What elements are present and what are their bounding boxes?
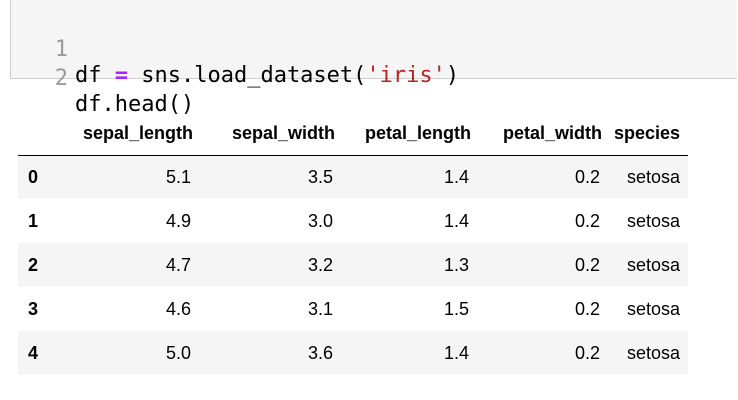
- code-text[interactable]: df = sns.load_dataset('iris'): [75, 63, 459, 89]
- table-row: 1 4.9 3.0 1.4 0.2 setosa: [18, 199, 688, 243]
- column-header-petal-width: petal_width: [479, 113, 610, 156]
- code-token: ): [445, 63, 460, 88]
- table-header: sepal_length sepal_width petal_length pe…: [18, 113, 688, 156]
- table-cell: 3.1: [307, 298, 333, 319]
- row-index: 2: [28, 254, 39, 275]
- code-operator: =: [114, 63, 128, 88]
- column-header-sepal-width: sepal_width: [201, 113, 343, 156]
- table-cell: 3.6: [307, 342, 333, 363]
- table-cell: 1.4: [443, 342, 469, 363]
- table-cell: 1.3: [443, 254, 469, 275]
- table-cell: 3.5: [307, 166, 333, 187]
- table-cell: 5.0: [165, 342, 191, 363]
- table-row: 0 5.1 3.5 1.4 0.2 setosa: [18, 155, 688, 199]
- row-index: 3: [28, 298, 39, 319]
- table-cell: 4.9: [165, 210, 191, 231]
- index-header: [18, 113, 60, 156]
- row-index: 0: [28, 166, 39, 187]
- table-cell: 3.2: [307, 254, 333, 275]
- table-cell: 0.2: [574, 254, 600, 275]
- table-cell: setosa: [626, 254, 680, 275]
- table-cell: setosa: [626, 166, 680, 187]
- code-token: df: [75, 63, 115, 88]
- table-cell: 4.6: [165, 298, 191, 319]
- code-cell[interactable]: 1 df = sns.load_dataset('iris') 2 df.hea…: [10, 0, 737, 117]
- table-row: 2 4.7 3.2 1.3 0.2 setosa: [18, 243, 688, 287]
- table-cell: 0.2: [574, 342, 600, 363]
- table-row: 4 5.0 3.6 1.4 0.2 setosa: [18, 331, 688, 375]
- column-header-species: species: [610, 113, 688, 156]
- column-header-petal-length: petal_length: [343, 113, 479, 156]
- table-body: 0 5.1 3.5 1.4 0.2 setosa 1 4.9 3.0 1.4 0…: [18, 155, 688, 375]
- code-string: 'iris': [366, 63, 446, 88]
- column-header-sepal-length: sepal_length: [60, 113, 201, 156]
- row-index: 4: [28, 342, 39, 363]
- code-token: sns.load_dataset(: [128, 63, 367, 88]
- table-cell: 1.4: [443, 166, 469, 187]
- table-cell: 1.5: [443, 298, 469, 319]
- row-index: 1: [28, 210, 39, 231]
- table-cell: 0.2: [574, 298, 600, 319]
- table-cell: 0.2: [574, 166, 600, 187]
- line-number: 2: [54, 66, 68, 91]
- table-cell: 0.2: [574, 210, 600, 231]
- table-cell: setosa: [626, 210, 680, 231]
- dataframe-table: sepal_length sepal_width petal_length pe…: [18, 113, 688, 375]
- table-cell: setosa: [626, 298, 680, 319]
- table-cell: 3.0: [307, 210, 333, 231]
- table-row: 3 4.6 3.1 1.5 0.2 setosa: [18, 287, 688, 331]
- code-line: 1 df = sns.load_dataset('iris'): [11, 11, 459, 88]
- table-cell: 1.4: [443, 210, 469, 231]
- table-cell: 4.7: [165, 254, 191, 275]
- output-area: sepal_length sepal_width petal_length pe…: [18, 113, 688, 375]
- code-line: 2 df.head(): [11, 40, 194, 117]
- header-row: sepal_length sepal_width petal_length pe…: [18, 113, 688, 156]
- table-cell: setosa: [626, 342, 680, 363]
- table-cell: 5.1: [165, 166, 191, 187]
